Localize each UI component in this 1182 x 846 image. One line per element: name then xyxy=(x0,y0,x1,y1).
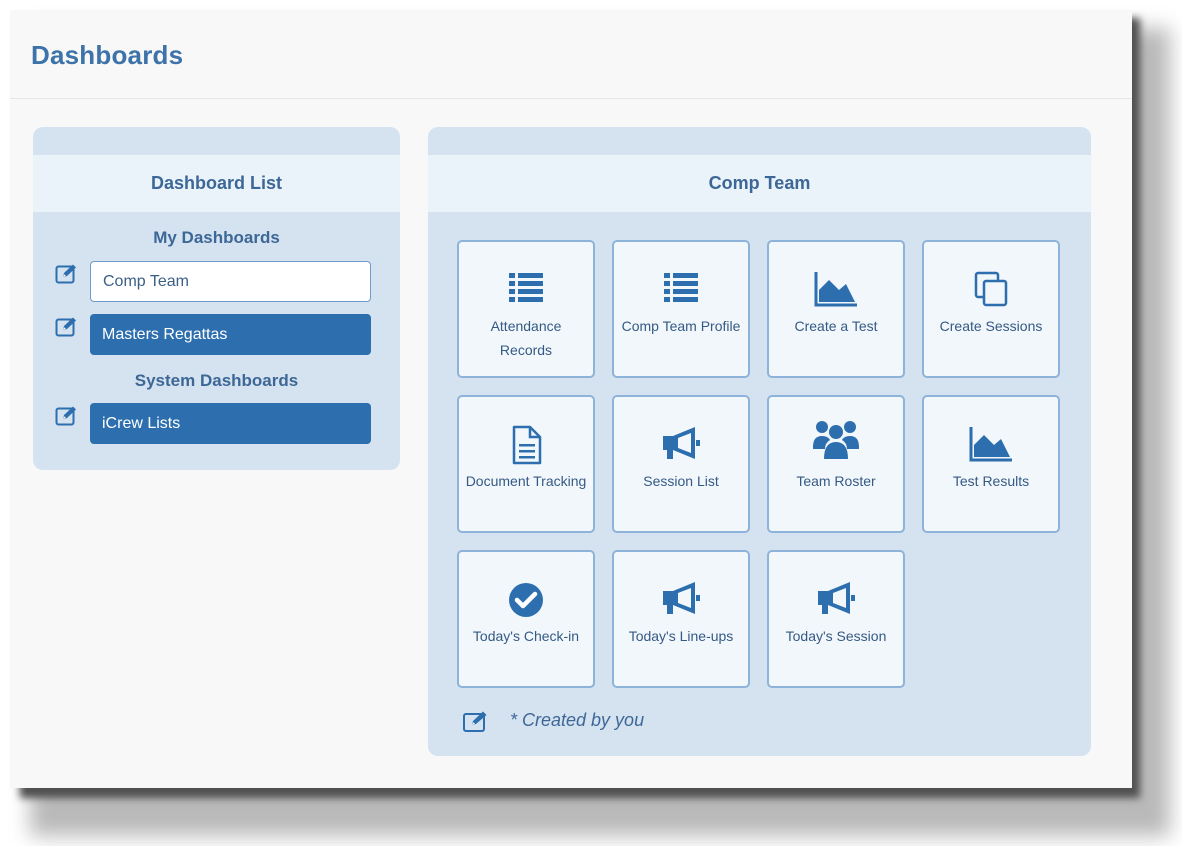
footnote-text: * Created by you xyxy=(510,710,645,730)
dashboard-row-icrew-lists: iCrew Lists xyxy=(55,403,373,445)
tile-comp-team-profile[interactable]: Comp Team Profile xyxy=(612,240,750,378)
dashboard-list-title: Dashboard List xyxy=(33,155,400,212)
tile-label: Test Results xyxy=(952,473,1030,489)
check-circle-icon xyxy=(459,580,593,620)
tile-label: Comp Team Profile xyxy=(621,318,741,334)
area-chart-icon xyxy=(769,270,903,310)
current-dashboard-panel: Comp Team Attendance Records Comp Team P… xyxy=(428,127,1091,756)
tile-team-roster[interactable]: Team Roster xyxy=(767,395,905,533)
tile-todays-session[interactable]: Today's Session xyxy=(767,550,905,688)
tile-session-list[interactable]: Session List xyxy=(612,395,750,533)
edit-icon[interactable] xyxy=(55,263,79,285)
dashboard-item-icrew-lists[interactable]: iCrew Lists xyxy=(90,403,371,444)
page-title: Dashboards xyxy=(31,40,184,70)
area-chart-icon xyxy=(924,425,1058,465)
copy-icon xyxy=(924,270,1058,310)
tile-attendance-records[interactable]: Attendance Records xyxy=(457,240,595,378)
dashboard-list-panel: Dashboard List My Dashboards Comp Team M… xyxy=(33,127,400,470)
edit-icon[interactable] xyxy=(55,316,79,338)
tile-label: Today's Line-ups xyxy=(628,628,734,644)
tile-create-sessions[interactable]: Create Sessions xyxy=(922,240,1060,378)
users-icon xyxy=(769,419,903,459)
my-dashboards-heading: My Dashboards xyxy=(153,228,280,247)
tile-label: Attendance Records xyxy=(490,318,562,358)
tile-label: Team Roster xyxy=(796,473,876,489)
tile-todays-check-in[interactable]: Today's Check-in xyxy=(457,550,595,688)
list-icon xyxy=(459,270,593,310)
edit-icon[interactable] xyxy=(55,405,79,427)
tile-document-tracking[interactable]: Document Tracking xyxy=(457,395,595,533)
tile-create-a-test[interactable]: Create a Test xyxy=(767,240,905,378)
current-dashboard-title: Comp Team xyxy=(428,155,1091,212)
dashboard-row-comp-team: Comp Team xyxy=(55,261,373,303)
tile-label: Document Tracking xyxy=(465,473,587,489)
list-icon xyxy=(614,270,748,310)
tile-label: Create Sessions xyxy=(939,318,1043,334)
dashboard-item-comp-team[interactable]: Comp Team xyxy=(90,261,371,302)
edit-icon xyxy=(462,709,494,733)
page-header: Dashboards xyxy=(10,10,1132,99)
tile-label: Today's Check-in xyxy=(472,628,580,644)
tile-label: Session List xyxy=(643,473,719,489)
megaphone-icon xyxy=(614,425,748,465)
tile-test-results[interactable]: Test Results xyxy=(922,395,1060,533)
document-icon xyxy=(459,425,593,465)
tile-label: Create a Test xyxy=(794,318,878,334)
megaphone-icon xyxy=(614,580,748,620)
dashboard-item-masters-regattas[interactable]: Masters Regattas xyxy=(90,314,371,355)
tile-label: Today's Session xyxy=(785,628,887,644)
system-dashboards-heading: System Dashboards xyxy=(134,371,299,390)
dashboard-row-masters-regattas: Masters Regattas xyxy=(55,314,373,356)
megaphone-icon xyxy=(769,580,903,620)
tile-todays-line-ups[interactable]: Today's Line-ups xyxy=(612,550,750,688)
dashboards-window: Dashboards Dashboard List My Dashboards … xyxy=(10,10,1132,788)
